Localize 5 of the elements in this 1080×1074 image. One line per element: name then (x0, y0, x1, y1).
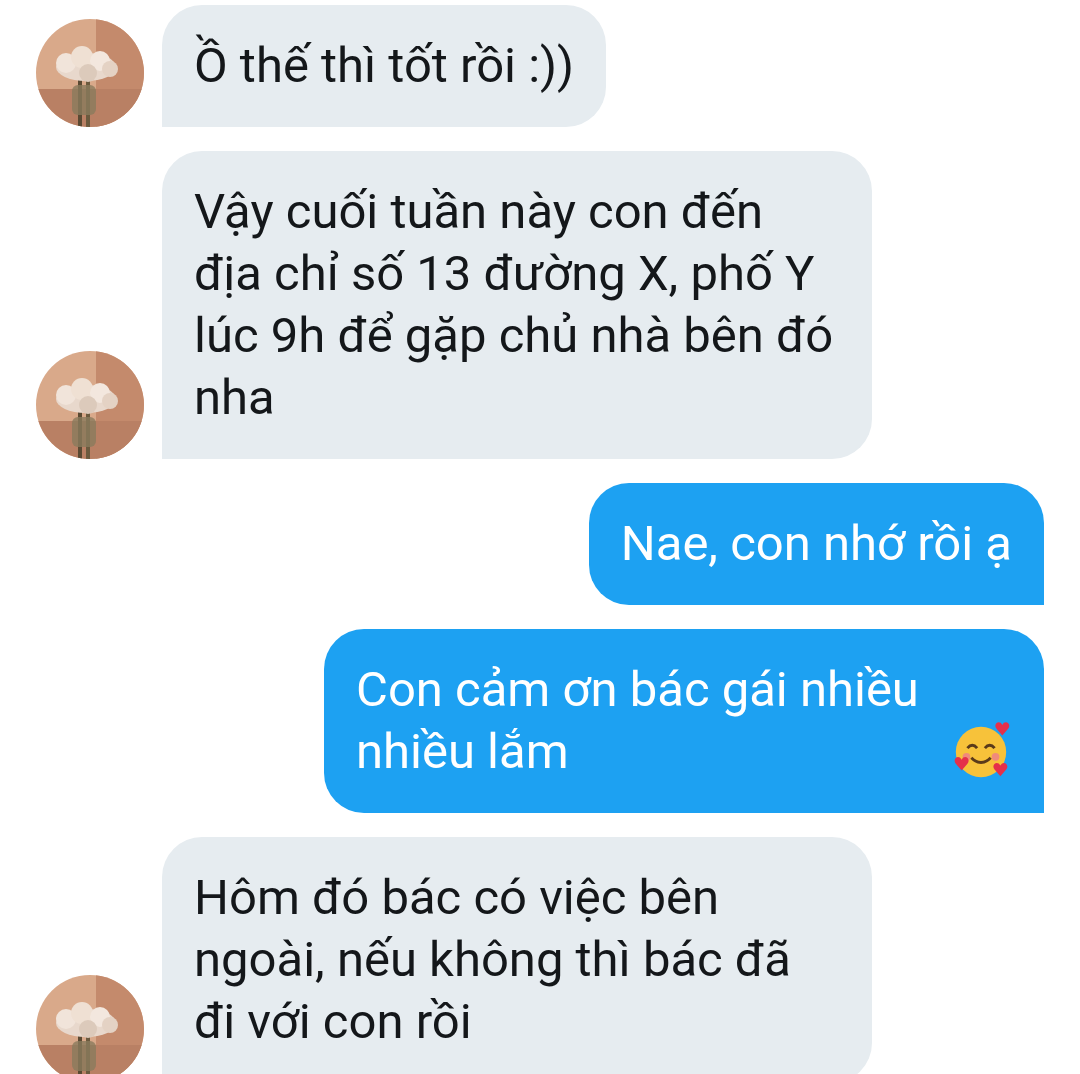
message-text: Hôm đó bác có việc bên ngoài, nếu không thì bác đã đi với con rồi (194, 868, 792, 1052)
message-text: Con cảm ơn bác gái nhiều nhiều lắm (356, 660, 920, 782)
message-text: Nae, con nhớ rồi ạ (620, 514, 1012, 574)
message-text: Vậy cuối tuần này con đến địa chỉ số 13 đường X, phố Y lúc 9h để gặp chủ nhà bên đó nha (194, 182, 835, 428)
message-text: Ồ thế thì tốt rồi :)) (194, 35, 575, 97)
